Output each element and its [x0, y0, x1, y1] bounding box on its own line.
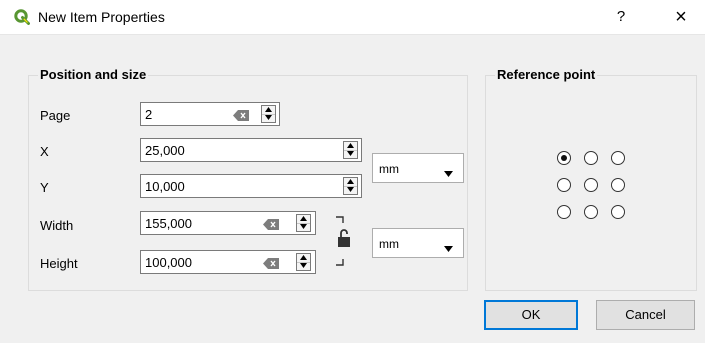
dropdown-arrow-icon — [444, 165, 453, 180]
ref-lower-right-radio[interactable] — [611, 205, 625, 219]
ref-upper-left-radio[interactable] — [557, 151, 571, 165]
page-field[interactable]: 2 — [140, 102, 280, 126]
reference-point-group-title: Reference point — [495, 67, 598, 82]
window-title: New Item Properties — [38, 9, 165, 25]
ok-button[interactable]: OK — [484, 300, 578, 330]
size-units-combo[interactable]: mm — [372, 228, 464, 258]
y-spinbox[interactable] — [343, 177, 358, 195]
ref-upper-right-radio[interactable] — [611, 151, 625, 165]
spin-down-icon[interactable] — [297, 262, 310, 270]
help-button[interactable]: ? — [610, 6, 632, 28]
ref-middle-radio[interactable] — [584, 178, 598, 192]
height-field[interactable]: 100,000 — [140, 250, 316, 274]
height-value: 100,000 — [145, 255, 192, 270]
x-value: 25,000 — [145, 143, 185, 158]
lock-icon[interactable] — [334, 215, 350, 269]
dropdown-arrow-icon — [444, 240, 453, 255]
x-field[interactable]: 25,000 — [140, 138, 362, 162]
page-spinbox[interactable] — [261, 105, 276, 123]
clear-icon[interactable] — [263, 218, 279, 230]
y-value: 10,000 — [145, 179, 185, 194]
y-label: Y — [40, 180, 49, 195]
ref-lower-middle-radio[interactable] — [584, 205, 598, 219]
width-field[interactable]: 155,000 — [140, 211, 316, 235]
spin-down-icon[interactable] — [344, 186, 357, 194]
width-spinbox[interactable] — [296, 214, 311, 232]
ref-middle-left-radio[interactable] — [557, 178, 571, 192]
position-units-combo[interactable]: mm — [372, 153, 464, 183]
page-label: Page — [40, 108, 71, 123]
width-value: 155,000 — [145, 216, 192, 231]
x-label: X — [40, 144, 49, 159]
size-units-value: mm — [379, 237, 399, 251]
ref-upper-middle-radio[interactable] — [584, 151, 598, 165]
spin-down-icon[interactable] — [344, 150, 357, 158]
spin-down-icon[interactable] — [262, 114, 275, 122]
clear-icon[interactable] — [263, 257, 279, 269]
dialog-body: Position and size Page 2 X 25,000 Y 10,0… — [0, 35, 705, 343]
title-bar: New Item Properties ? × — [0, 0, 705, 35]
x-spinbox[interactable] — [343, 141, 358, 159]
ref-middle-right-radio[interactable] — [611, 178, 625, 192]
y-field[interactable]: 10,000 — [140, 174, 362, 198]
qgis-logo-icon — [14, 9, 30, 25]
height-label: Height — [40, 256, 78, 271]
cancel-button[interactable]: Cancel — [596, 300, 695, 330]
position-units-value: mm — [379, 162, 399, 176]
spin-down-icon[interactable] — [297, 223, 310, 231]
position-size-group-title: Position and size — [38, 67, 149, 82]
clear-icon[interactable] — [233, 109, 249, 121]
width-label: Width — [40, 218, 74, 233]
height-spinbox[interactable] — [296, 253, 311, 271]
close-button[interactable]: × — [668, 4, 694, 30]
ref-lower-left-radio[interactable] — [557, 205, 571, 219]
page-value: 2 — [145, 107, 153, 122]
